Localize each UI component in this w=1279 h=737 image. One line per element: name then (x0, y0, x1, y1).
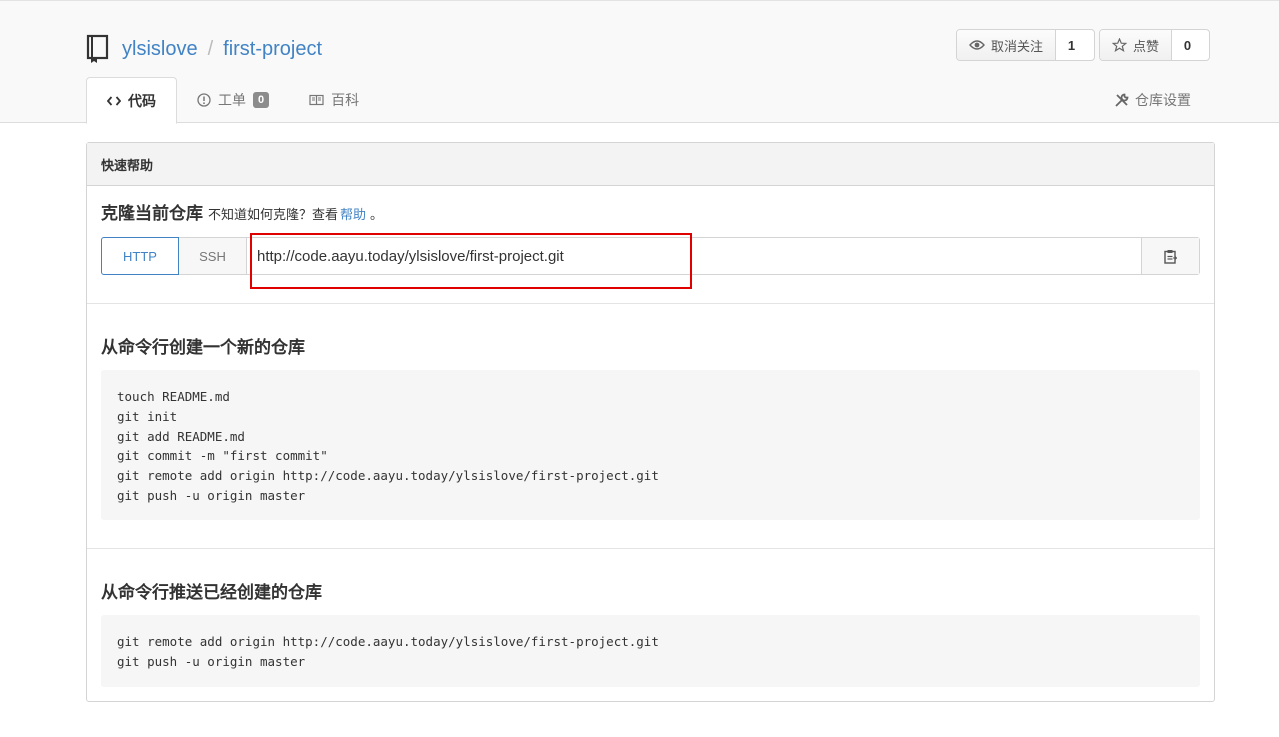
annotation-highlight-box (250, 233, 692, 289)
repo-settings-link[interactable]: 仓库设置 (1114, 90, 1191, 110)
repo-book-icon (86, 34, 110, 64)
issue-icon (197, 93, 211, 107)
http-protocol-button[interactable]: HTTP (101, 237, 179, 275)
copy-url-button[interactable] (1141, 238, 1199, 274)
clipboard-icon (1164, 249, 1177, 264)
star-label: 点赞 (1133, 38, 1160, 54)
clone-hint: 不知道如何克隆？查看 (208, 207, 339, 222)
clone-title: 克隆当前仓库 (101, 204, 203, 223)
repo-title: ylsislove / first-project (86, 33, 322, 65)
eye-icon (969, 40, 985, 50)
star-button-group: 点赞 0 (1099, 29, 1210, 61)
tab-code-label: 代码 (128, 92, 156, 109)
push-repo-section-title: 从命令行推送已经创建的仓库 (101, 583, 322, 602)
code-icon (107, 95, 121, 106)
repo-owner-link[interactable]: ylsislove (122, 38, 198, 61)
section-divider (87, 303, 1214, 304)
tab-wiki-label: 百科 (331, 92, 360, 108)
star-icon (1112, 38, 1127, 52)
watch-count[interactable]: 1 (1056, 30, 1087, 60)
star-button[interactable]: 点赞 (1100, 30, 1173, 60)
repo-tabs: 代码 工单 0 百科 (86, 77, 379, 124)
help-link[interactable]: 帮助 (340, 204, 366, 223)
issues-count-badge: 0 (253, 92, 270, 108)
quick-help-panel: 快速帮助 克隆当前仓库 不知道如何克隆？查看 帮助 。 HTTP SSH 从命令… (86, 142, 1215, 702)
book-open-icon (309, 94, 324, 106)
tab-wiki[interactable]: 百科 (289, 77, 379, 123)
unwatch-label: 取消关注 (991, 38, 1044, 54)
tab-issues[interactable]: 工单 0 (177, 77, 289, 123)
watch-button-group: 取消关注 1 (956, 29, 1095, 61)
section-divider (87, 548, 1214, 549)
repo-separator: / (207, 37, 214, 60)
quick-help-title: 快速帮助 (87, 143, 1214, 186)
tools-icon (1115, 93, 1129, 107)
new-repo-code-block: touch README.md git init git add README.… (101, 370, 1200, 520)
unwatch-button[interactable]: 取消关注 (957, 30, 1057, 60)
star-count[interactable]: 0 (1172, 30, 1203, 60)
clone-hint-end: 。 (370, 207, 384, 222)
tab-issues-label: 工单 (218, 92, 246, 108)
clone-heading: 克隆当前仓库 不知道如何克隆？查看 帮助 。 (101, 199, 383, 224)
tab-code[interactable]: 代码 (86, 77, 177, 124)
new-repo-section-title: 从命令行创建一个新的仓库 (101, 338, 305, 357)
repo-settings-label: 仓库设置 (1135, 92, 1191, 108)
push-repo-code-block: git remote add origin http://code.aayu.t… (101, 615, 1200, 687)
repo-name-link[interactable]: first-project (223, 38, 322, 61)
ssh-protocol-button[interactable]: SSH (179, 238, 247, 274)
